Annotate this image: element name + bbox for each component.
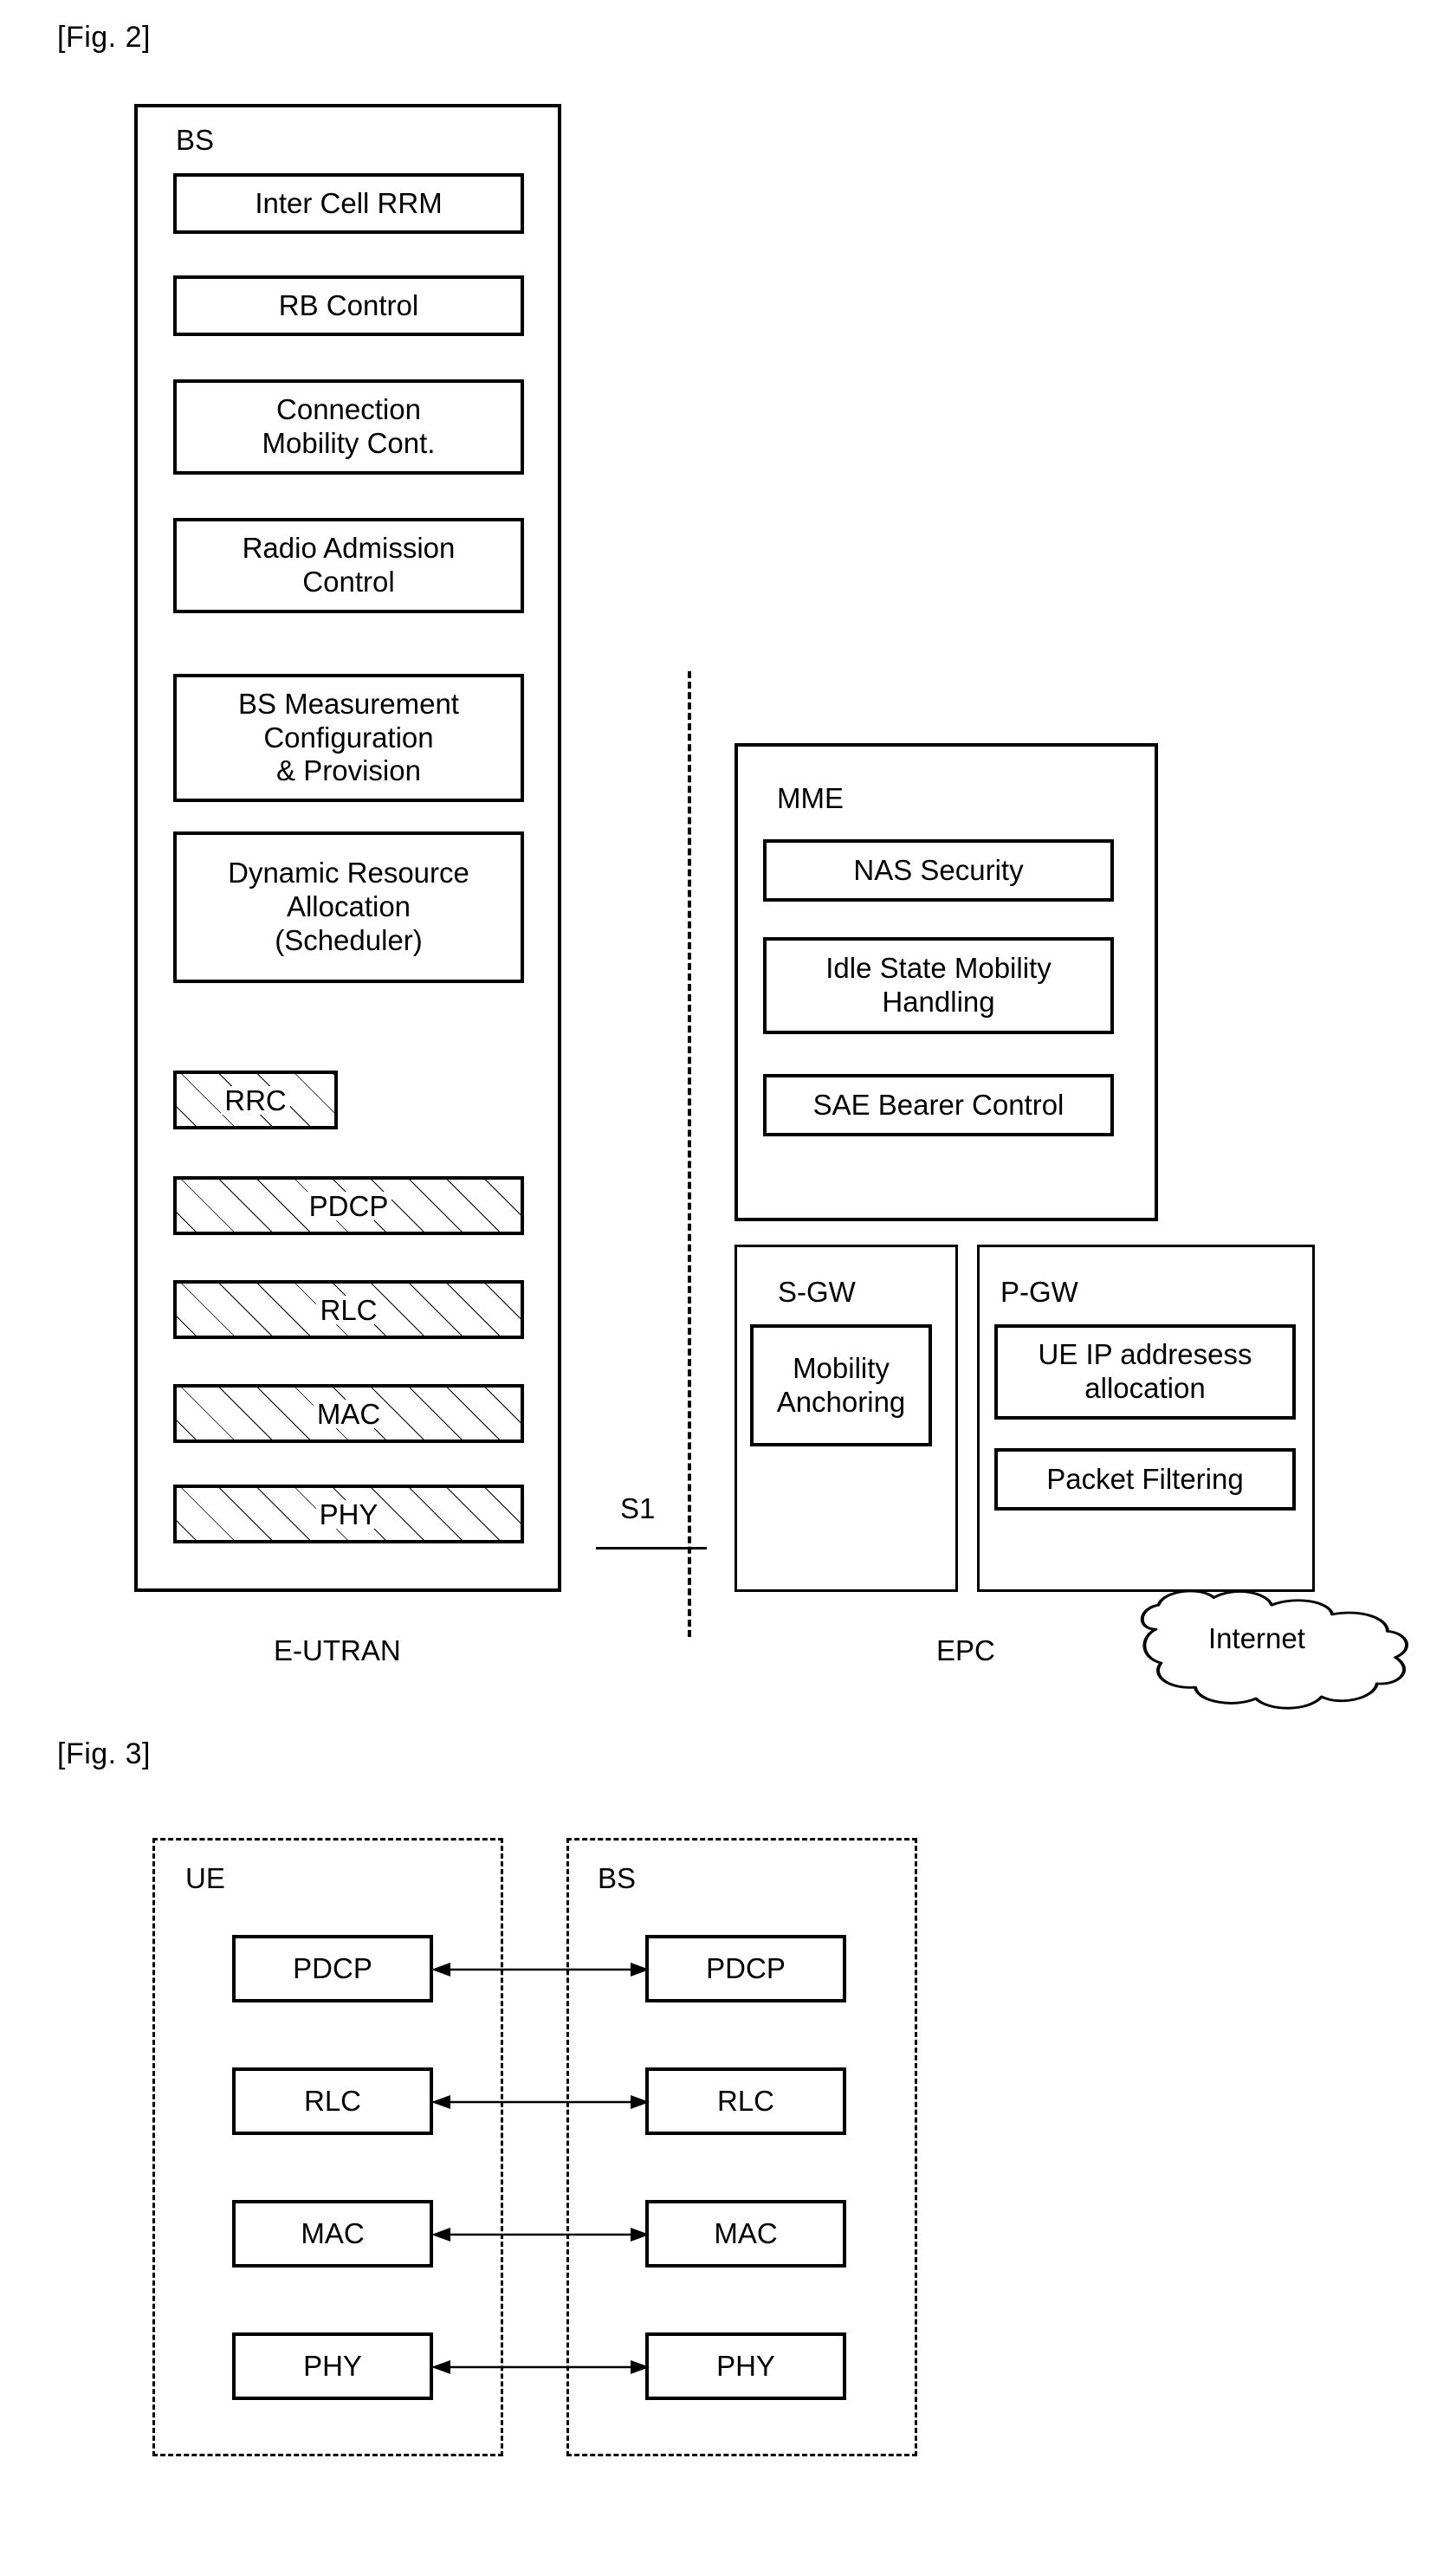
- bs-function-connection-mobility-cont: Connection Mobility Cont.: [173, 379, 524, 475]
- connector-mac: [430, 2214, 651, 2255]
- mme-function-sae-bearer-control-label: SAE Bearer Control: [812, 1088, 1064, 1121]
- fig3-bs-layer-mac-label: MAC: [714, 2216, 778, 2249]
- eutran-caption: E-UTRAN: [274, 1634, 401, 1666]
- ue-layer-mac: MAC: [232, 2200, 433, 2268]
- bs-function-radio-admission-control-line2: Control: [302, 566, 395, 598]
- sgw-function-mobility-anchoring-line1: Mobility: [793, 1351, 890, 1384]
- pgw-function-packet-filtering-label: Packet Filtering: [1046, 1462, 1244, 1495]
- bs-function-bs-measurement-line3: & Provision: [276, 754, 421, 787]
- bs-function-connection-mobility-cont-line1: Connection: [276, 393, 421, 426]
- bs-stack-pdcp-label: PDCP: [305, 1191, 392, 1220]
- bs-stack-rrc-label: RRC: [221, 1085, 290, 1115]
- sgw-container-title: S-GW: [778, 1276, 856, 1308]
- bs-stack-mac: MAC: [173, 1384, 524, 1443]
- bs-function-rb-control: RB Control: [173, 275, 524, 336]
- bs-function-radio-admission-control: Radio Admission Control: [173, 518, 524, 613]
- ue-layer-phy-label: PHY: [303, 2349, 362, 2382]
- bs-stack-phy: PHY: [173, 1485, 524, 1543]
- fig3-caption: [Fig. 3]: [57, 1737, 151, 1770]
- s1-label: S1: [620, 1492, 656, 1524]
- connector-pdcp: [430, 1949, 651, 1990]
- ue-layer-mac-label: MAC: [301, 2216, 365, 2249]
- bs-container-title: BS: [176, 124, 215, 156]
- fig3-bs-container-title: BS: [598, 1862, 637, 1894]
- fig3-bs-layer-pdcp: PDCP: [645, 1935, 846, 2002]
- bs-function-bs-measurement-line2: Configuration: [263, 721, 434, 754]
- sgw-function-mobility-anchoring-line2: Anchoring: [776, 1385, 906, 1418]
- fig3-bs-layer-pdcp-label: PDCP: [706, 1951, 786, 1984]
- connector-rlc: [430, 2081, 651, 2123]
- bs-stack-mac-label: MAC: [313, 1399, 385, 1428]
- internet-cloud-label: Internet: [1208, 1622, 1305, 1654]
- mme-function-nas-security: NAS Security: [763, 839, 1114, 902]
- fig3-bs-layer-phy: PHY: [645, 2332, 846, 2400]
- mme-function-idle-state-line2: Handling: [882, 986, 995, 1018]
- bs-function-dynamic-resource-line3: (Scheduler): [275, 923, 423, 956]
- fig3-bs-layer-phy-label: PHY: [716, 2349, 775, 2382]
- ue-layer-pdcp: PDCP: [232, 1935, 433, 2002]
- ue-layer-rlc: RLC: [232, 2067, 433, 2135]
- bs-function-inter-cell-rrm-label: Inter Cell RRM: [255, 186, 443, 219]
- mme-container-title: MME: [777, 782, 844, 814]
- pgw-function-ue-ip-line1: UE IP addresess: [1038, 1338, 1252, 1371]
- bs-function-dynamic-resource-line2: Allocation: [286, 890, 411, 923]
- pgw-function-ue-ip-line2: allocation: [1084, 1372, 1206, 1404]
- bs-function-inter-cell-rrm: Inter Cell RRM: [173, 173, 524, 234]
- bs-stack-phy-label: PHY: [315, 1499, 382, 1529]
- ue-layer-pdcp-label: PDCP: [293, 1951, 372, 1984]
- s1-connector-line: [596, 1547, 707, 1549]
- bs-function-connection-mobility-cont-line2: Mobility Cont.: [262, 427, 436, 459]
- bs-function-dynamic-resource-line1: Dynamic Resource: [228, 857, 469, 890]
- mme-function-idle-state-line1: Idle State Mobility: [825, 952, 1052, 985]
- internet-cloud: Internet: [1126, 1582, 1408, 1716]
- bs-function-dynamic-resource-allocation: Dynamic Resource Allocation (Scheduler): [173, 831, 524, 983]
- ue-layer-rlc-label: RLC: [303, 2084, 362, 2117]
- epc-caption: EPC: [936, 1634, 995, 1666]
- fig3-bs-layer-rlc-label: RLC: [716, 2084, 775, 2117]
- fig3-bs-layer-rlc: RLC: [645, 2067, 846, 2135]
- pgw-function-ue-ip-address-allocation: UE IP addresess allocation: [994, 1324, 1296, 1420]
- s1-divider: [688, 671, 691, 1637]
- mme-function-nas-security-label: NAS Security: [853, 853, 1024, 886]
- fig2-caption: [Fig. 2]: [57, 21, 151, 54]
- bs-function-radio-admission-control-line1: Radio Admission: [242, 532, 456, 565]
- bs-function-bs-measurement-line1: BS Measurement: [238, 687, 459, 720]
- bs-stack-rrc: RRC: [173, 1071, 338, 1129]
- mme-function-sae-bearer-control: SAE Bearer Control: [763, 1074, 1114, 1136]
- ue-container-title: UE: [185, 1862, 225, 1894]
- bs-stack-rlc: RLC: [173, 1280, 524, 1339]
- bs-stack-rlc-label: RLC: [316, 1295, 381, 1324]
- bs-function-rb-control-label: RB Control: [278, 288, 419, 321]
- pgw-function-packet-filtering: Packet Filtering: [994, 1448, 1296, 1511]
- sgw-function-mobility-anchoring: Mobility Anchoring: [750, 1324, 932, 1446]
- mme-function-idle-state-mobility-handling: Idle State Mobility Handling: [763, 937, 1114, 1034]
- figure-page: [Fig. 2] BS Inter Cell RRM RB Control Co…: [0, 0, 1456, 2549]
- bs-function-bs-measurement-configuration: BS Measurement Configuration & Provision: [173, 674, 524, 802]
- pgw-container-title: P-GW: [1000, 1276, 1078, 1308]
- fig3-bs-layer-mac: MAC: [645, 2200, 846, 2268]
- ue-layer-phy: PHY: [232, 2332, 433, 2400]
- connector-phy: [430, 2346, 651, 2388]
- bs-stack-pdcp: PDCP: [173, 1176, 524, 1235]
